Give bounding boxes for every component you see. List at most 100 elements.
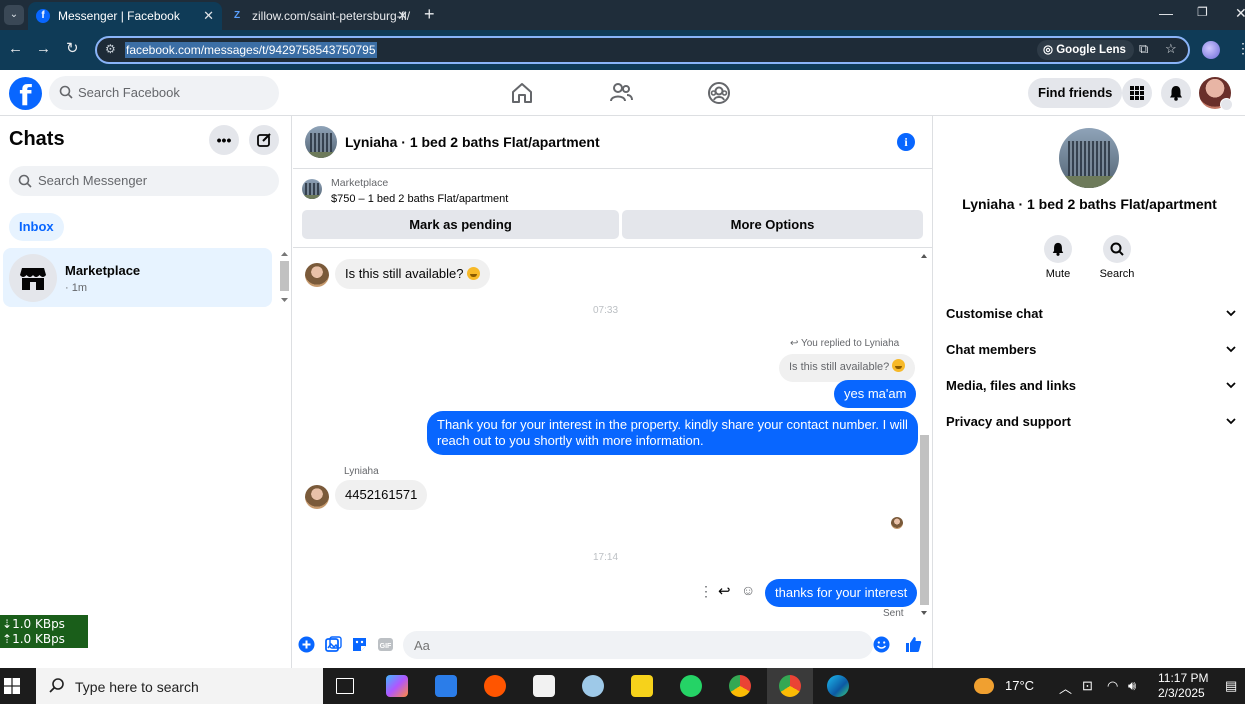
wifi-icon[interactable]: ◠ — [1107, 678, 1118, 694]
like-thumb-icon[interactable] — [905, 636, 922, 653]
marketplace-label: Marketplace — [331, 177, 389, 189]
quoted-message[interactable]: Is this still available? — [779, 354, 916, 382]
listing-photo[interactable] — [305, 126, 337, 158]
more-actions-icon[interactable]: ⋮ — [699, 583, 713, 600]
clock-date: 2/3/2025 — [1158, 686, 1205, 700]
inbox-filter-tab[interactable]: Inbox — [9, 213, 64, 241]
tab-zillow[interactable]: Z zillow.com/saint-petersburg-fl/ ✕ — [222, 2, 416, 30]
new-message-icon[interactable] — [249, 125, 279, 155]
app-icon[interactable] — [582, 675, 604, 697]
message-input[interactable] — [403, 631, 873, 659]
task-view-icon[interactable] — [336, 678, 354, 694]
reload-icon[interactable]: ↻ — [66, 40, 79, 58]
back-icon[interactable]: ← — [8, 40, 23, 58]
close-window-icon[interactable]: ✕ — [1235, 5, 1245, 22]
friends-icon[interactable] — [608, 80, 634, 106]
install-app-icon[interactable]: ⧉ — [1139, 41, 1148, 57]
app-icon[interactable] — [533, 675, 555, 697]
messenger-search-input[interactable]: Search Messenger — [9, 166, 279, 196]
url-text[interactable]: facebook.com/messages/t/9429758543750795 — [125, 42, 377, 58]
message-status: Sent — [883, 608, 904, 619]
add-attachment-icon[interactable] — [298, 636, 315, 653]
reply-icon[interactable]: ↩ — [718, 582, 731, 600]
facebook-logo-icon[interactable]: f — [9, 77, 42, 110]
gif-icon[interactable]: GIF — [377, 636, 394, 653]
google-lens-button[interactable]: ◎ Google Lens — [1037, 40, 1134, 60]
chats-options-icon[interactable]: ••• — [209, 125, 239, 155]
sender-avatar[interactable] — [305, 263, 329, 287]
chrome-icon[interactable] — [729, 675, 751, 697]
mute-button[interactable]: Mute — [1036, 235, 1080, 280]
minimize-icon[interactable]: — — [1159, 5, 1173, 21]
media-files-links-section[interactable]: Media, files and links — [946, 376, 1236, 396]
system-clock[interactable]: 11:17 PM 2/3/2025 — [1158, 671, 1208, 701]
sticky-notes-icon[interactable] — [631, 675, 653, 697]
lens-icon: ◎ — [1043, 44, 1057, 56]
menu-grid-icon[interactable] — [1122, 78, 1152, 108]
grinning-emoji-icon — [466, 267, 480, 280]
browser-menu-icon[interactable]: ⋮ — [1236, 40, 1245, 57]
message-bubble-incoming[interactable]: Is this still available? — [335, 259, 490, 289]
notifications-icon[interactable]: ▤ — [1225, 678, 1237, 694]
photo-icon[interactable] — [325, 636, 342, 653]
chat-list-scrollbar[interactable] — [279, 250, 290, 305]
menu-label: Chat members — [946, 342, 1037, 357]
privacy-support-section[interactable]: Privacy and support — [946, 412, 1236, 432]
customise-chat-section[interactable]: Customise chat — [946, 304, 1236, 324]
show-hidden-icons-chevron-icon[interactable]: ︿ — [1059, 678, 1072, 697]
temperature[interactable]: 17°C — [1005, 678, 1034, 693]
home-icon[interactable] — [509, 80, 535, 106]
marketplace-listing-bar: Marketplace $750 – 1 bed 2 baths Flat/ap… — [293, 170, 933, 248]
conversation-title[interactable]: Lyniaha · 1 bed 2 baths Flat/apartment — [345, 134, 600, 150]
message-bubble-incoming[interactable]: 4452161571 — [335, 480, 428, 510]
windows-start-icon[interactable] — [4, 678, 20, 694]
site-info-icon[interactable]: ⚙ — [105, 42, 116, 56]
weather-icon[interactable] — [974, 678, 994, 694]
forward-icon[interactable]: → — [36, 40, 51, 58]
taskbar-search-box[interactable]: Type here to search — [36, 668, 323, 704]
emoji-picker-icon[interactable] — [873, 636, 890, 653]
chrome-icon[interactable] — [779, 675, 801, 697]
reply-arrow-icon: ↩ — [790, 338, 801, 349]
soundcloud-icon[interactable] — [484, 675, 506, 697]
groups-icon[interactable] — [706, 80, 732, 106]
notifications-bell-icon[interactable] — [1161, 78, 1191, 108]
bookmark-star-icon[interactable]: ☆ — [1165, 41, 1177, 57]
edge-icon[interactable] — [827, 675, 849, 697]
sender-avatar[interactable] — [305, 485, 329, 509]
new-tab-icon[interactable]: + — [424, 4, 435, 24]
listing-profile-photo[interactable] — [1059, 128, 1119, 188]
react-emoji-icon[interactable]: ☺ — [741, 582, 755, 598]
find-friends-button[interactable]: Find friends — [1028, 78, 1123, 108]
listing-price-title[interactable]: $750 – 1 bed 2 baths Flat/apartment — [331, 193, 508, 205]
microsoft-store-icon[interactable] — [435, 675, 457, 697]
tab-messenger[interactable]: f Messenger | Facebook ✕ — [28, 2, 222, 30]
chat-members-section[interactable]: Chat members — [946, 340, 1236, 360]
browser-profile-icon[interactable] — [1202, 41, 1220, 59]
conversation-info-icon[interactable]: i — [897, 133, 915, 151]
address-bar[interactable]: ⚙ facebook.com/messages/t/94297585437507… — [95, 36, 1190, 64]
thread-scrollbar[interactable] — [919, 249, 929, 620]
message-bubble-outgoing[interactable]: thanks for your interest — [765, 579, 918, 607]
facebook-search-input[interactable]: Search Facebook — [49, 76, 279, 110]
tab-search-dropdown-icon[interactable]: ⌄ — [4, 5, 24, 25]
account-avatar[interactable] — [1199, 77, 1233, 111]
sticker-icon[interactable] — [351, 636, 368, 653]
chat-time: · 1m — [65, 282, 87, 294]
close-tab-icon[interactable]: ✕ — [397, 2, 408, 30]
device-icon[interactable]: ⊡ — [1082, 678, 1093, 694]
scrollbar-thumb[interactable] — [920, 435, 929, 605]
whatsapp-icon[interactable] — [680, 675, 702, 697]
message-bubble-outgoing[interactable]: Thank you for your interest in the prope… — [427, 411, 918, 455]
restore-icon[interactable]: ❐ — [1197, 5, 1208, 19]
close-tab-icon[interactable]: ✕ — [203, 2, 214, 30]
search-in-conversation-button[interactable]: Search — [1095, 235, 1139, 280]
chat-list-item[interactable]: Marketplace · 1m — [3, 248, 272, 307]
volume-icon[interactable]: 🔊︎ — [1128, 678, 1136, 694]
listing-thumbnail[interactable] — [302, 179, 322, 199]
more-options-button[interactable]: More Options — [622, 210, 923, 239]
mark-as-pending-button[interactable]: Mark as pending — [302, 210, 619, 239]
message-timestamp: 17:14 — [592, 552, 619, 563]
message-bubble-outgoing[interactable]: yes ma'am — [834, 380, 917, 408]
copilot-icon[interactable] — [386, 675, 408, 697]
